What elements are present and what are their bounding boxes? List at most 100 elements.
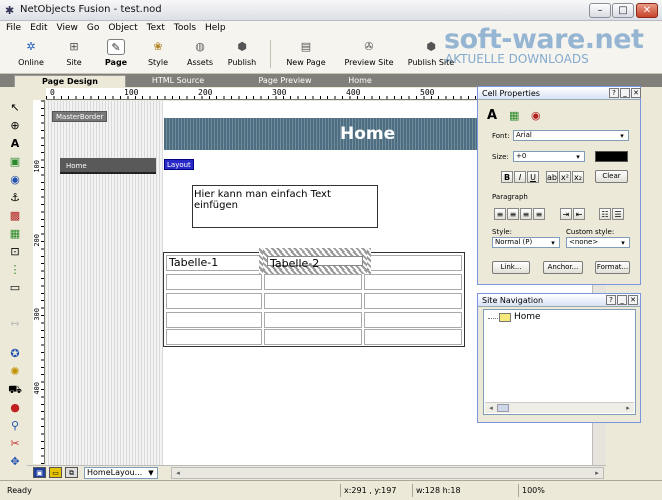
- form-icon[interactable]: ▩: [8, 209, 22, 223]
- menu-help[interactable]: Help: [205, 21, 226, 35]
- navbar-icon[interactable]: ⋮: [8, 263, 22, 277]
- puzzle-icon[interactable]: ✥: [8, 455, 22, 469]
- page-button[interactable]: ✎ Page: [99, 39, 133, 73]
- text-tool-icon[interactable]: A: [8, 137, 22, 151]
- table-cell[interactable]: [364, 274, 462, 290]
- picture-icon[interactable]: ▣: [8, 155, 22, 169]
- table-cell[interactable]: [364, 329, 462, 345]
- indent-increase-icon[interactable]: ⇥: [560, 208, 572, 220]
- masterborder-area[interactable]: [46, 101, 163, 465]
- size-select[interactable]: +0 ▾: [513, 151, 585, 162]
- underline-button[interactable]: U: [527, 171, 539, 183]
- strikethrough-icon[interactable]: ab: [546, 171, 558, 183]
- italic-button[interactable]: I: [514, 171, 526, 183]
- zoom-icon[interactable]: ⊕: [8, 119, 22, 133]
- new-page-button[interactable]: ▤ New Page: [284, 39, 328, 73]
- scroll-left-icon[interactable]: ◂: [172, 468, 184, 478]
- table-cell[interactable]: [364, 312, 462, 328]
- plugin-icon[interactable]: ✪: [8, 347, 22, 361]
- align-left-icon[interactable]: ≡: [494, 208, 506, 220]
- align-center-icon[interactable]: ≡: [507, 208, 519, 220]
- scroll-left-icon[interactable]: ◂: [485, 403, 497, 413]
- cart-icon[interactable]: ⛟: [8, 383, 22, 397]
- text-box[interactable]: Hier kann man einfach Text einfügen: [192, 185, 378, 228]
- close-button[interactable]: ✕: [636, 3, 658, 18]
- scroll-thumb[interactable]: [497, 404, 509, 412]
- close-icon[interactable]: ✕: [631, 88, 641, 98]
- menu-tools[interactable]: Tools: [174, 21, 196, 35]
- media-icon[interactable]: ◉: [8, 173, 22, 187]
- close-icon[interactable]: ✕: [628, 295, 638, 305]
- table-cell[interactable]: [264, 312, 362, 328]
- record-icon[interactable]: ●: [8, 401, 22, 415]
- menu-edit[interactable]: Edit: [30, 21, 47, 35]
- layout-view-icon[interactable]: ▣: [33, 467, 46, 478]
- tab-page-design[interactable]: Page Design: [14, 75, 126, 87]
- component-icon[interactable]: ✺: [8, 365, 22, 379]
- table-cell[interactable]: [264, 293, 362, 309]
- site-tree[interactable]: Home ◂ ▸: [483, 309, 636, 415]
- indent-decrease-icon[interactable]: ⇤: [573, 208, 585, 220]
- help-icon[interactable]: ?: [606, 295, 616, 305]
- menu-view[interactable]: View: [57, 21, 78, 35]
- text-tab-icon[interactable]: A: [487, 108, 497, 123]
- anchor-icon[interactable]: ⚓: [8, 191, 22, 205]
- tab-html-source[interactable]: HTML Source: [126, 75, 230, 87]
- preview-site-button[interactable]: ✇ Preview Site: [343, 39, 395, 73]
- menu-text[interactable]: Text: [147, 21, 165, 35]
- site-button[interactable]: ⊞ Site: [57, 39, 91, 73]
- numbered-list-icon[interactable]: ☷: [599, 208, 611, 220]
- line-icon[interactable]: ⇿: [8, 317, 22, 331]
- align-right-icon[interactable]: ≡: [520, 208, 532, 220]
- table-cell[interactable]: [166, 274, 262, 290]
- table-cell[interactable]: [364, 255, 462, 271]
- table-cell[interactable]: [264, 274, 362, 290]
- selected-table-cell[interactable]: Tabelle-2: [267, 256, 363, 270]
- pages-icon[interactable]: ⧉: [65, 467, 78, 478]
- banner-icon[interactable]: ▭: [8, 281, 22, 295]
- superscript-icon[interactable]: x²: [559, 171, 571, 183]
- folder-icon[interactable]: ▭: [49, 467, 62, 478]
- font-select[interactable]: Arial ▾: [513, 130, 629, 141]
- scroll-right-icon[interactable]: ▸: [591, 468, 603, 478]
- maximize-button[interactable]: □: [612, 3, 634, 18]
- bullet-list-icon[interactable]: ☰: [612, 208, 624, 220]
- tree-node-home[interactable]: Home: [514, 312, 541, 322]
- tab-home[interactable]: Home: [340, 75, 380, 87]
- text-color-swatch[interactable]: [595, 151, 628, 162]
- clear-button[interactable]: Clear: [595, 170, 628, 183]
- minimize-button[interactable]: –: [589, 3, 611, 18]
- tree-horizontal-scrollbar[interactable]: ◂ ▸: [485, 402, 634, 413]
- layout-region-icon[interactable]: ⊡: [8, 245, 22, 259]
- minimize-icon[interactable]: _: [620, 88, 630, 98]
- nav-button-home[interactable]: Home: [60, 158, 156, 174]
- link-button[interactable]: Link...: [492, 261, 530, 274]
- menu-go[interactable]: Go: [87, 21, 99, 35]
- menu-object[interactable]: Object: [108, 21, 137, 35]
- table-tab-icon[interactable]: ▦: [509, 109, 519, 122]
- table-icon[interactable]: ▦: [8, 227, 22, 241]
- align-justify-icon[interactable]: ≡: [533, 208, 545, 220]
- table-cell[interactable]: [364, 293, 462, 309]
- table-cell[interactable]: [264, 329, 362, 345]
- subscript-icon[interactable]: x₂: [572, 171, 584, 183]
- style-button[interactable]: ❀ Style: [141, 39, 175, 73]
- search-icon[interactable]: ⚲: [8, 419, 22, 433]
- menu-file[interactable]: File: [6, 21, 21, 35]
- selected-cell-frame[interactable]: Tabelle-2: [259, 248, 371, 274]
- select-arrow-icon[interactable]: ↖: [8, 101, 22, 115]
- horizontal-scrollbar[interactable]: ◂ ▸: [171, 467, 604, 479]
- layout-select[interactable]: HomeLayou... ▼: [84, 467, 158, 479]
- paragraph-style-select[interactable]: Normal (P) ▾: [492, 237, 560, 248]
- publish-button[interactable]: ⬢ Publish: [225, 39, 259, 73]
- scroll-right-icon[interactable]: ▸: [622, 403, 634, 413]
- custom-style-select[interactable]: <none> ▾: [566, 237, 630, 248]
- table-cell[interactable]: [166, 293, 262, 309]
- table-cell[interactable]: [166, 329, 262, 345]
- tab-page-preview[interactable]: Page Preview: [230, 75, 340, 87]
- media-tab-icon[interactable]: ◉: [531, 109, 541, 122]
- online-button[interactable]: ✲ Online: [14, 39, 48, 73]
- help-icon[interactable]: ?: [609, 88, 619, 98]
- anchor-button[interactable]: Anchor...: [543, 261, 583, 274]
- table-cell[interactable]: [166, 312, 262, 328]
